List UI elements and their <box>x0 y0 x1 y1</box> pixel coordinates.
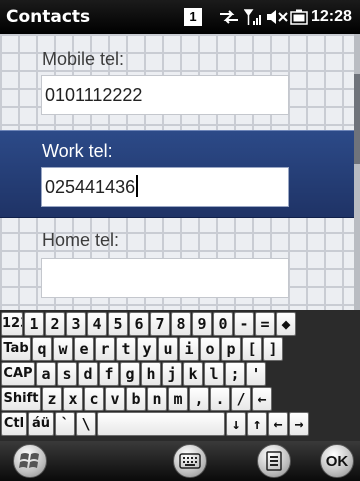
key-slash[interactable]: / <box>231 387 251 411</box>
ok-label: OK <box>325 452 349 470</box>
key-i[interactable]: i <box>179 337 199 361</box>
key-t[interactable]: t <box>116 337 136 361</box>
key-w[interactable]: w <box>53 337 73 361</box>
key-intl[interactable]: áü <box>28 412 54 436</box>
key-7[interactable]: 7 <box>150 312 170 336</box>
home-tel-row[interactable]: Home tel: <box>0 218 360 310</box>
work-tel-label: Work tel: <box>42 141 113 161</box>
text-cursor <box>136 175 139 197</box>
key-z[interactable]: z <box>42 387 62 411</box>
notification-badge[interactable]: 1 <box>184 8 202 26</box>
clock: 12:28 <box>311 8 352 25</box>
key-y[interactable]: y <box>137 337 157 361</box>
signal-strength-icon[interactable] <box>244 9 264 25</box>
key-right-bracket[interactable]: ] <box>263 337 283 361</box>
app-title: Contacts <box>6 7 91 27</box>
key-arrow-up[interactable]: ↑ <box>247 412 267 436</box>
soft-keyboard: 123 1 2 3 4 5 6 7 8 9 0 - = ◆ Tab q w e … <box>0 310 360 441</box>
key-minus[interactable]: - <box>234 312 254 336</box>
key-r[interactable]: r <box>95 337 115 361</box>
key-shift[interactable]: Shift <box>1 387 41 411</box>
key-3[interactable]: 3 <box>66 312 86 336</box>
key-d[interactable]: d <box>78 362 98 386</box>
key-b[interactable]: b <box>126 387 146 411</box>
key-space[interactable] <box>97 412 225 436</box>
key-5[interactable]: 5 <box>108 312 128 336</box>
start-button[interactable] <box>13 444 47 478</box>
key-arrow-right[interactable]: → <box>289 412 309 436</box>
key-f[interactable]: f <box>99 362 119 386</box>
key-arrow-left[interactable]: ← <box>268 412 288 436</box>
key-j[interactable]: j <box>162 362 182 386</box>
key-n[interactable]: n <box>147 387 167 411</box>
key-period[interactable]: . <box>210 387 230 411</box>
key-equals[interactable]: = <box>255 312 275 336</box>
keyboard-icon <box>179 453 201 469</box>
key-k[interactable]: k <box>183 362 203 386</box>
key-left-bracket[interactable]: [ <box>242 337 262 361</box>
mobile-tel-input[interactable]: 0101112222 <box>41 75 289 115</box>
mobile-tel-row[interactable]: Mobile tel: 0101112222 <box>0 34 360 130</box>
contact-edit-form: Mobile tel: 0101112222 Work tel: 0254414… <box>0 34 360 310</box>
keyboard-toggle-button[interactable] <box>173 444 207 478</box>
battery-icon[interactable] <box>290 9 308 25</box>
key-comma[interactable]: , <box>189 387 209 411</box>
work-tel-input[interactable]: 025441436 <box>41 167 289 207</box>
form-scrollbar[interactable] <box>354 34 360 310</box>
menu-icon <box>266 451 282 471</box>
key-o[interactable]: o <box>200 337 220 361</box>
key-u[interactable]: u <box>158 337 178 361</box>
scrollbar-thumb[interactable] <box>354 74 360 164</box>
key-1[interactable]: 1 <box>24 312 44 336</box>
home-tel-label: Home tel: <box>42 230 120 250</box>
key-0[interactable]: 0 <box>213 312 233 336</box>
key-4[interactable]: 4 <box>87 312 107 336</box>
key-semicolon[interactable]: ; <box>225 362 245 386</box>
work-tel-row[interactable]: Work tel: 025441436 <box>0 130 360 218</box>
key-9[interactable]: 9 <box>192 312 212 336</box>
key-g[interactable]: g <box>120 362 140 386</box>
key-apostrophe[interactable]: ' <box>246 362 266 386</box>
key-l[interactable]: l <box>204 362 224 386</box>
ok-button[interactable]: OK <box>320 444 354 478</box>
volume-muted-icon[interactable] <box>266 9 288 25</box>
work-tel-value: 025441436 <box>45 177 136 197</box>
key-6[interactable]: 6 <box>129 312 149 336</box>
key-ctrl[interactable]: Ctl <box>1 412 27 436</box>
mobile-tel-label: Mobile tel: <box>42 49 125 69</box>
key-x[interactable]: x <box>63 387 83 411</box>
key-e[interactable]: e <box>74 337 94 361</box>
menu-button[interactable] <box>257 444 291 478</box>
key-v[interactable]: v <box>105 387 125 411</box>
softkey-bar: OK <box>0 441 360 481</box>
key-backslash[interactable]: \ <box>76 412 96 436</box>
key-arrow-down[interactable]: ↓ <box>226 412 246 436</box>
key-s[interactable]: s <box>57 362 77 386</box>
key-m[interactable]: m <box>168 387 188 411</box>
key-p[interactable]: p <box>221 337 241 361</box>
key-caps[interactable]: CAP <box>1 362 35 386</box>
windows-start-icon <box>19 453 39 468</box>
home-tel-input[interactable] <box>41 258 289 298</box>
key-c[interactable]: c <box>84 387 104 411</box>
key-backspace[interactable]: ◆ <box>276 312 296 336</box>
key-enter[interactable]: ← <box>252 387 272 411</box>
key-h[interactable]: h <box>141 362 161 386</box>
key-123[interactable]: 123 <box>1 312 23 336</box>
key-a[interactable]: a <box>36 362 56 386</box>
key-q[interactable]: q <box>32 337 52 361</box>
network-sync-icon[interactable] <box>218 9 240 25</box>
status-bar: Contacts 1 12:28 <box>0 0 360 34</box>
key-backtick[interactable]: ` <box>55 412 75 436</box>
key-8[interactable]: 8 <box>171 312 191 336</box>
key-tab[interactable]: Tab <box>1 337 31 361</box>
key-2[interactable]: 2 <box>45 312 65 336</box>
